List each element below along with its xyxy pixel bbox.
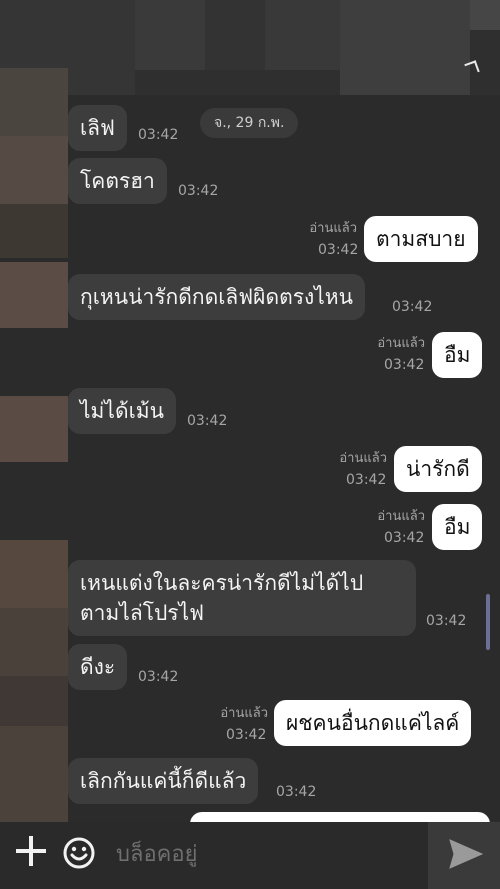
- message-time: 03:42: [187, 413, 228, 429]
- incoming-message[interactable]: กุเหนน่ารักดีกดเลิฟผิดตรงไหน: [68, 274, 366, 320]
- message-line: ตามไล่โปรไฟ: [80, 601, 205, 625]
- scroll-indicator[interactable]: [486, 594, 490, 650]
- message-time: 03:42: [276, 784, 317, 800]
- emoji-icon[interactable]: [62, 836, 96, 870]
- plus-icon[interactable]: [14, 834, 48, 868]
- blurred-header-block: [135, 0, 205, 70]
- message-time: 03:42: [384, 357, 425, 373]
- message-time: 03:42: [426, 613, 467, 629]
- message-input[interactable]: บล็อคอยู่: [116, 838, 197, 872]
- message-time: 03:42: [392, 299, 433, 315]
- outgoing-message[interactable]: อืม: [432, 504, 483, 550]
- message-time: 03:42: [226, 727, 267, 743]
- message-time: 03:42: [138, 127, 179, 143]
- message-time: 03:42: [384, 530, 425, 546]
- message-time: 03:42: [138, 669, 179, 685]
- avatar[interactable]: [0, 136, 68, 204]
- outgoing-message[interactable]: น่ารักดี: [394, 446, 482, 492]
- date-separator: จ., 29 ก.พ.: [200, 108, 299, 138]
- read-receipt: อ่านแล้ว: [220, 706, 268, 721]
- blurred-header-block: [265, 0, 340, 70]
- avatar[interactable]: [0, 262, 68, 328]
- outgoing-message[interactable]: อืม: [432, 332, 483, 378]
- blurred-header-block: [205, 0, 265, 70]
- message-time: 03:42: [346, 472, 387, 488]
- avatar[interactable]: [0, 608, 68, 676]
- outgoing-message[interactable]: ผชคนอื่นกดแค่ไลค์: [274, 700, 472, 746]
- send-icon[interactable]: [448, 838, 484, 870]
- avatar[interactable]: [0, 676, 68, 726]
- incoming-message[interactable]: ไม่ได้เม้น: [68, 388, 176, 434]
- read-receipt: อ่านแล้ว: [377, 336, 425, 351]
- incoming-message[interactable]: เหนแต่งในละครน่ารักดีไม่ได้ไป ตามไล่โปรไ…: [68, 560, 416, 636]
- incoming-message[interactable]: โคตรฮา: [68, 158, 167, 204]
- chat-header: [0, 0, 500, 95]
- outgoing-message[interactable]: ตามสบาย: [364, 216, 478, 262]
- blurred-header-block: [340, 0, 470, 95]
- avatar[interactable]: [0, 396, 68, 462]
- message-time: 03:42: [178, 183, 219, 199]
- read-receipt: อ่านแล้ว: [309, 221, 357, 236]
- read-receipt: อ่านแล้ว: [377, 509, 425, 524]
- incoming-message[interactable]: เลิกกันแค่นี้ก็ดีแล้ว: [68, 758, 259, 804]
- avatar[interactable]: [0, 68, 68, 136]
- incoming-message[interactable]: ดีงะ: [68, 644, 128, 690]
- incoming-message[interactable]: เลิฟ: [68, 105, 127, 151]
- avatar[interactable]: [0, 726, 68, 822]
- blurred-header-block: [470, 0, 500, 30]
- avatar[interactable]: [0, 540, 68, 608]
- message-line: เหนแต่งในละครน่ารักดีไม่ได้ไป: [80, 571, 364, 595]
- message-time: 03:42: [318, 242, 359, 258]
- read-receipt: อ่านแล้ว: [339, 451, 387, 466]
- avatar[interactable]: [0, 204, 68, 258]
